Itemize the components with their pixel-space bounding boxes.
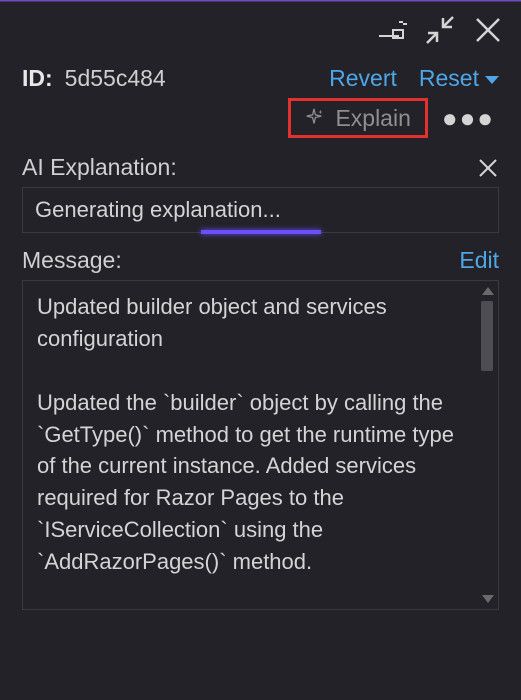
scrollbar[interactable] — [479, 287, 495, 603]
edit-message-link[interactable]: Edit — [459, 247, 499, 274]
progress-indicator — [201, 230, 321, 234]
close-explanation-button[interactable] — [477, 157, 499, 179]
commit-id-label: ID: — [22, 65, 53, 92]
commit-message-box[interactable]: Updated builder object and services conf… — [22, 280, 499, 610]
scroll-down-arrow-icon[interactable] — [482, 595, 494, 603]
commit-message-text: Updated builder object and services conf… — [37, 291, 468, 578]
window-controls — [0, 3, 521, 65]
commit-id-value: 5d55c484 — [65, 65, 166, 92]
explain-label: Explain — [335, 105, 410, 132]
reset-dropdown[interactable]: Reset — [419, 65, 499, 92]
collapse-button[interactable] — [423, 13, 457, 47]
scrollbar-thumb[interactable] — [481, 301, 493, 371]
more-options-button[interactable]: ●●● — [438, 105, 499, 131]
ai-explanation-title: AI Explanation: — [22, 154, 177, 181]
close-button[interactable] — [471, 13, 505, 47]
chevron-down-icon — [485, 76, 499, 84]
explain-button[interactable]: Explain — [288, 98, 427, 138]
ai-explanation-status-box: Generating explanation... — [22, 187, 499, 233]
reset-link-label: Reset — [419, 65, 479, 92]
sparkle-icon — [303, 107, 325, 129]
message-title: Message: — [22, 247, 122, 274]
autohide-button[interactable] — [375, 13, 409, 47]
ai-explanation-status-text: Generating explanation... — [35, 197, 281, 223]
revert-link[interactable]: Revert — [329, 65, 397, 92]
scroll-up-arrow-icon[interactable] — [482, 287, 494, 295]
